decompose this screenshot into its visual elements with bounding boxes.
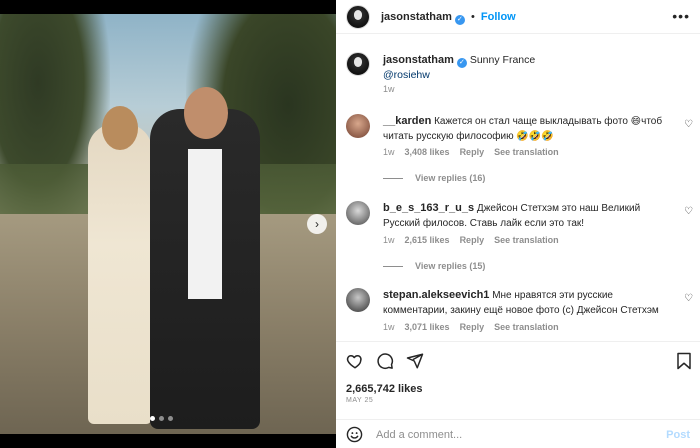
commenter-avatar[interactable]	[346, 201, 370, 225]
comment-reply-button[interactable]: Reply	[460, 147, 485, 157]
post-comment-button[interactable]: Post	[666, 429, 690, 441]
view-replies-button[interactable]: View replies (16)	[383, 173, 485, 183]
chevron-right-icon: ›	[315, 217, 319, 231]
caption-mention[interactable]: @rosiehw	[383, 69, 430, 81]
comment-composer: Add a comment... Post	[336, 419, 700, 448]
replies-line	[383, 177, 403, 179]
author-username[interactable]: jasonstatham	[381, 11, 452, 23]
photo-person-man	[150, 87, 260, 429]
author-info: jasonstatham ✓ • Follow	[381, 11, 516, 25]
caption-author-avatar[interactable]	[346, 52, 370, 76]
more-horizontal-icon[interactable]: •••	[672, 8, 690, 24]
like-heart-icon[interactable]	[346, 352, 364, 370]
heart-icon[interactable]: ♡	[684, 293, 693, 304]
comment-bubble-icon[interactable]	[376, 352, 394, 370]
comment-username[interactable]: stepan.alekseevich1	[383, 289, 489, 301]
caption-location: Sunny France	[469, 54, 536, 66]
carousel-dot	[150, 416, 155, 421]
carousel-dots	[150, 416, 173, 421]
view-replies-label: View replies (16)	[415, 173, 486, 183]
comment-time[interactable]: 1w	[383, 147, 395, 157]
photo-person-man-shirt	[188, 149, 222, 299]
comment-time[interactable]: 1w	[383, 322, 395, 332]
caption-text: jasonstatham ✓ Sunny France @rosiehw 1w	[383, 53, 535, 96]
comment-username[interactable]: __karden	[383, 115, 431, 127]
comment-time[interactable]: 1w	[383, 235, 395, 245]
comment-body: __karden Кажется он стал чаще выкладыват…	[383, 114, 673, 144]
view-replies-label: View replies (15)	[415, 261, 486, 271]
verified-badge-icon: ✓	[454, 15, 465, 25]
post-details-panel: jasonstatham ✓ • Follow ••• jasonstatham ✓…	[336, 0, 700, 448]
share-send-icon[interactable]	[406, 352, 424, 370]
comment-see-translation[interactable]: See translation	[494, 147, 559, 157]
post-likes-count[interactable]: 2,665,742 likes	[346, 383, 422, 395]
carousel-dot	[159, 416, 164, 421]
post-header: jasonstatham ✓ • Follow •••	[336, 0, 700, 34]
comment-likes[interactable]: 3,408 likes	[405, 147, 450, 157]
view-replies-button[interactable]: View replies (15)	[383, 261, 485, 271]
commenter-avatar[interactable]	[346, 288, 370, 312]
verified-badge-icon: ✓	[456, 58, 467, 68]
comment-username[interactable]: b_e_s_163_r_u_s	[383, 202, 474, 214]
comment-likes[interactable]: 3,071 likes	[405, 322, 450, 332]
carousel-dot	[168, 416, 173, 421]
photo-person-woman-head	[102, 106, 138, 150]
heart-icon[interactable]: ♡	[684, 119, 693, 130]
author-avatar[interactable]	[346, 5, 370, 29]
post-photo[interactable]	[0, 14, 336, 434]
comment-see-translation[interactable]: See translation	[494, 235, 559, 245]
photo-person-woman	[88, 106, 152, 424]
post-media: ›	[0, 0, 336, 448]
comment-meta: 1w 3,071 likes Reply See translation	[383, 322, 559, 332]
post-actions: 2,665,742 likes MAY 25	[336, 341, 700, 405]
post-date: MAY 25	[346, 397, 374, 404]
comment-meta: 1w 2,615 likes Reply See translation	[383, 235, 559, 245]
comment-likes[interactable]: 2,615 likes	[405, 235, 450, 245]
comment-body: stepan.alekseevich1 Мне нравятся эти рус…	[383, 288, 673, 318]
separator-dot: •	[470, 11, 475, 23]
comment-see-translation[interactable]: See translation	[494, 322, 559, 332]
comment-reply-button[interactable]: Reply	[460, 322, 485, 332]
add-comment-input[interactable]: Add a comment...	[376, 429, 462, 441]
caption-username[interactable]: jasonstatham	[383, 54, 454, 66]
follow-button[interactable]: Follow	[481, 11, 516, 23]
comment-reply-button[interactable]: Reply	[460, 235, 485, 245]
replies-line	[383, 265, 403, 267]
heart-icon[interactable]: ♡	[684, 206, 693, 217]
commenter-avatar[interactable]	[346, 114, 370, 138]
caption-time[interactable]: 1w	[383, 84, 395, 94]
carousel-next-button[interactable]: ›	[307, 214, 327, 234]
comment-meta: 1w 3,408 likes Reply See translation	[383, 147, 559, 157]
comment-body: b_e_s_163_r_u_s Джейсон Стетхэм это наш …	[383, 201, 673, 231]
bookmark-icon[interactable]	[676, 352, 692, 370]
photo-person-man-head	[184, 87, 228, 139]
emoji-smiley-icon[interactable]	[346, 426, 363, 443]
